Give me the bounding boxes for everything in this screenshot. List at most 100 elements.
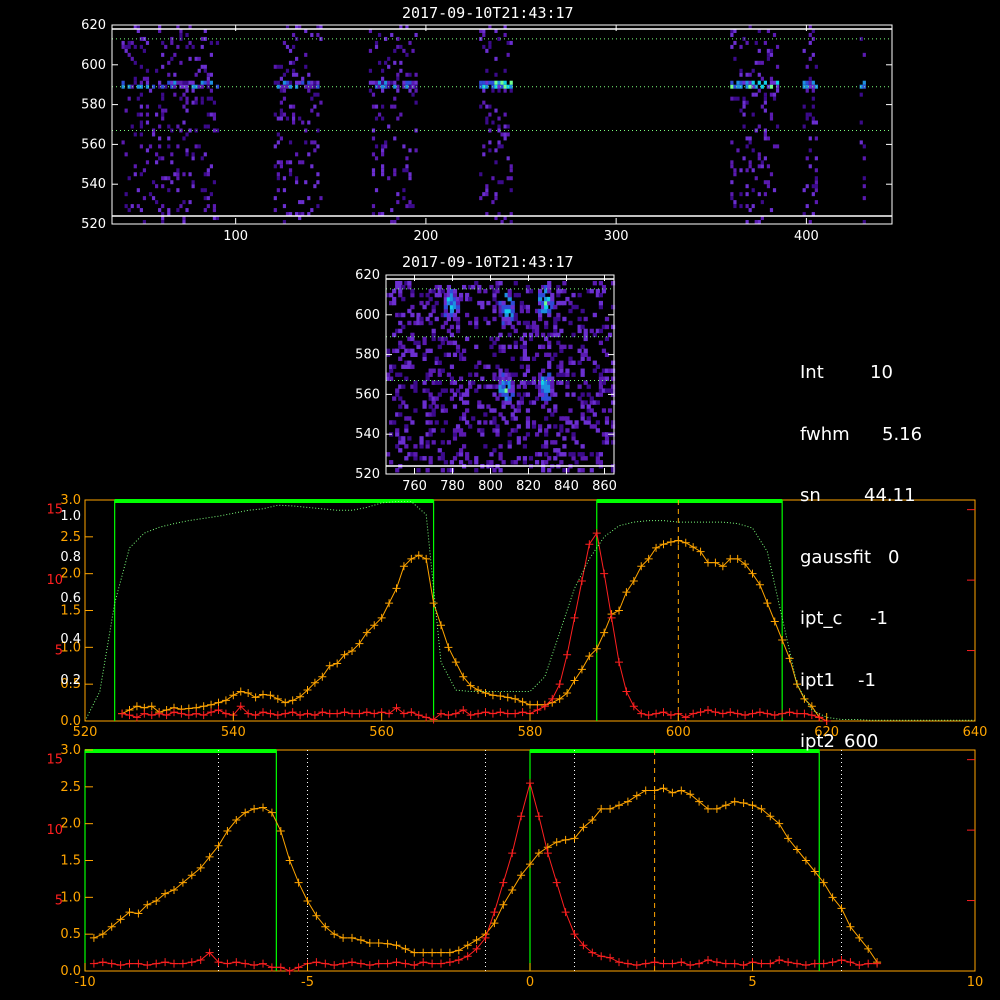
heatmap-cell [458,292,464,298]
heatmap-cell [402,188,406,193]
series-red-point [474,709,483,718]
y-tick-label: 2.5 [60,530,81,545]
series-orange-point [622,588,631,597]
series-red-point [778,709,787,718]
heatmap-cell [408,88,412,93]
heatmap-cell [538,424,543,429]
y-tick-label: 0.5 [60,927,81,942]
heatmap-cell [206,124,210,129]
heatmap-cell [458,460,464,465]
heatmap-cell [757,152,761,157]
heatmap-cell [405,52,409,57]
heatmap-cell [509,220,513,225]
series-orange-point [552,838,561,847]
heatmap-cell [497,116,501,121]
heatmap-cell [390,80,394,85]
heatmap-cell [739,84,743,89]
series-red-point [259,959,267,968]
heatmap-cell [390,32,394,37]
heatmap-cell [428,320,433,326]
info-key: gaussfit [800,546,872,568]
heatmap-cell [319,196,323,201]
heatmap-cell [601,348,607,354]
heatmap-cell [419,316,424,322]
heatmap-cell [462,432,467,437]
heatmap-cell [506,132,510,137]
heatmap-cell [814,188,818,193]
series-red-point [801,961,810,970]
series-orange-point [711,558,720,567]
heatmap-cell [458,448,464,453]
heatmap-cell [209,72,213,77]
heatmap-cell [751,68,755,73]
x-tick-label: 840 [554,479,579,494]
y-tick-label-red: 10 [46,573,63,588]
heatmap-cell [589,396,594,401]
series-orange-point [356,936,365,945]
heatmap-cell [389,376,394,381]
heatmap-cell [310,164,314,169]
y-tick-label: 620 [81,18,106,33]
series-orange-point [285,856,294,865]
series-red-point [577,577,586,586]
heatmap-cell [495,432,500,437]
series-orange-point [508,885,517,894]
heatmap-cell [534,328,540,334]
heatmap-cell [133,60,137,65]
series-orange-point [236,687,245,696]
heatmap-cell [766,48,771,53]
heatmap-cell [504,312,509,318]
heatmap-cell [197,144,201,149]
series-red-point [365,961,374,970]
series-orange-point [221,696,230,705]
heatmap-cell [544,444,549,449]
heatmap-cell [368,68,373,73]
heatmap-cell [200,36,204,41]
heatmap-cell [568,300,573,306]
heatmap-cell [121,44,125,49]
heatmap-cell [173,172,177,177]
series-red-point [623,959,632,968]
heatmap-cell [396,72,400,77]
series-red-point [600,569,609,578]
series-red-point [533,705,542,714]
heatmap-cell [431,368,436,373]
heatmap-cell [760,76,764,81]
heatmap-cell [814,64,818,69]
heatmap-cell [282,96,287,101]
heatmap-cell [276,172,280,177]
heatmap-cell [374,116,379,121]
series-red-point [170,959,178,968]
heatmap-cell [730,180,734,185]
heatmap-cell [730,164,734,169]
heatmap-cell [405,204,409,209]
heatmap-cell [458,296,464,302]
heatmap-cell [562,288,567,294]
heatmap-cell [766,56,771,61]
series-red-point [428,959,437,968]
heatmap-cell [381,168,385,173]
heatmap-cell [516,292,521,298]
heatmap-cell [538,428,543,433]
heatmap-cell [604,420,610,425]
heatmap-cell [304,140,308,145]
heatmap-cell [176,208,180,213]
heatmap-cell [458,452,464,457]
heatmap-cell [571,372,576,377]
heatmap-cell [176,80,180,85]
series-orange-point [615,606,623,615]
heatmap-cell [748,136,752,141]
heatmap-cell [501,344,506,350]
heatmap-cell [763,80,767,85]
heatmap-cell [474,460,479,465]
heatmap-cell [449,308,455,314]
series-orange-point [652,543,661,552]
series-red-point [207,708,216,717]
heatmap-cell [387,64,391,69]
heatmap-cell [610,424,616,429]
heatmap-cell [504,392,509,397]
heatmap-cell [595,456,600,461]
heatmap-cell [455,344,461,350]
heatmap-cell [739,80,743,85]
series-red-point [374,959,383,968]
